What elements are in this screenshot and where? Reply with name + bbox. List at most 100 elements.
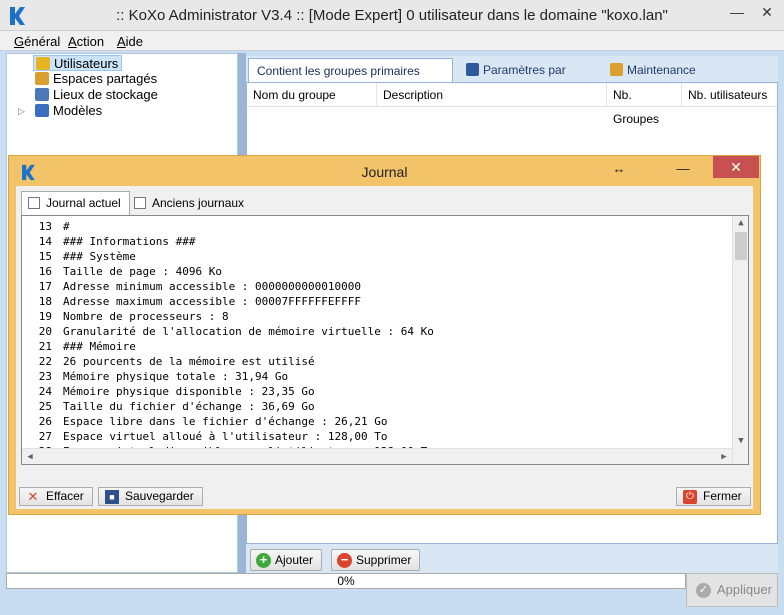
dialog-minimize-button[interactable]: —: [669, 158, 697, 180]
log-line-text: ### Mémoire: [63, 340, 136, 353]
apply-button-label: Appliquer: [717, 582, 772, 597]
log-line-text: #: [63, 220, 70, 233]
log-line-text: ### Informations ###: [63, 235, 196, 248]
plus-icon: +: [256, 553, 271, 568]
column-header-nb-utilisateurs[interactable]: Nb. utilisateurs: [682, 83, 777, 107]
log-line: 17 Adresse minimum accessible : 000000000…: [22, 279, 734, 294]
log-line-number: 15: [38, 250, 52, 263]
log-line-text: Mémoire physique disponible : 23,35 Go: [63, 385, 315, 398]
progress-bar: 0%: [6, 573, 686, 589]
power-icon: ⏻: [683, 490, 697, 504]
document-icon: [28, 197, 40, 209]
status-strip: [6, 590, 686, 608]
menu-bar: Général Action Aide: [0, 31, 784, 51]
tab-maintenance[interactable]: Maintenance: [602, 58, 702, 82]
storage-icon: [35, 88, 49, 101]
log-line: 21 ### Mémoire: [22, 339, 734, 354]
tab-label: Journal actuel: [46, 196, 121, 210]
settings-page-icon: [466, 63, 479, 76]
log-line-text: 26 pourcents de la mémoire est utilisé: [63, 355, 315, 368]
scroll-thumb[interactable]: [735, 232, 747, 260]
column-header-nom-du-groupe[interactable]: Nom du groupe: [247, 83, 377, 107]
resize-icon[interactable]: ↔: [605, 158, 633, 180]
scroll-up-icon[interactable]: ▲: [733, 216, 748, 230]
scroll-down-icon[interactable]: ▼: [733, 434, 748, 448]
log-line-text: ### Système: [63, 250, 136, 263]
log-line-number: 26: [38, 415, 52, 428]
log-line-text: Espace libre dans le fichier d'échange :…: [63, 415, 388, 428]
delete-button[interactable]: − Supprimer: [331, 549, 421, 571]
log-line-number: 13: [38, 220, 52, 233]
log-line-text: Adresse minimum accessible : 00000000000…: [63, 280, 362, 293]
log-line: 26 Espace libre dans le fichier d'échange…: [22, 414, 734, 429]
tree-item-label: Lieux de stockage: [53, 87, 158, 102]
tree-item-modeles[interactable]: Modèles: [33, 103, 102, 119]
x-icon: ✕: [27, 489, 39, 504]
scroll-left-icon[interactable]: ◀: [22, 449, 38, 464]
add-button-label: Ajouter: [275, 553, 314, 567]
clear-button[interactable]: ✕ Effacer: [19, 487, 93, 506]
log-line-text: Nombre de processeurs : 8: [63, 310, 229, 323]
log-line: 27 Espace virtuel alloué à l'utilisateur …: [22, 429, 734, 444]
log-line-number: 14: [38, 235, 52, 248]
apply-button[interactable]: ✓ Appliquer: [686, 573, 778, 607]
document-icon: [134, 197, 146, 209]
column-header-description[interactable]: Description: [377, 83, 607, 107]
scroll-right-icon[interactable]: ▶: [716, 449, 732, 464]
expand-arrow-icon[interactable]: ▷: [18, 106, 25, 117]
log-line: 16 Taille de page : 4096 Ko: [22, 264, 734, 279]
tree-item-espaces-partages[interactable]: Espaces partagés: [33, 71, 157, 87]
close-window-button[interactable]: ✕: [752, 0, 782, 24]
grid-header: Nom du groupe Description Nb. Groupes Nb…: [247, 83, 777, 126]
minus-icon: −: [337, 553, 352, 568]
log-line-number: 27: [38, 430, 52, 443]
menu-general[interactable]: Général: [14, 34, 60, 49]
vertical-scrollbar[interactable]: ▲ ▼: [732, 216, 748, 464]
log-text-area[interactable]: 13 #14 ### Informations ### 15 ### Système 16…: [21, 215, 749, 465]
check-icon: ✓: [696, 583, 711, 598]
log-line: 18 Adresse maximum accessible : 00007FFFF…: [22, 294, 734, 309]
tab-label: Maintenance: [627, 63, 696, 77]
tab-anciens-journaux[interactable]: Anciens journaux: [128, 192, 252, 214]
dialog-close-button[interactable]: ✕: [713, 156, 759, 178]
tab-journal-actuel[interactable]: Journal actuel: [21, 191, 130, 215]
users-icon: [36, 57, 50, 70]
main-titlebar: :: KoXo Administrator V3.4 :: [Mode Expe…: [0, 0, 784, 31]
menu-aide[interactable]: Aide: [117, 34, 143, 49]
dialog-body: Journal actuel Anciens journaux 13 #14 ###…: [16, 186, 753, 509]
details-tabs: Contient les groupes primaires suivants …: [246, 58, 778, 102]
close-button[interactable]: ⏻ Fermer: [676, 487, 751, 506]
log-line: 22 26 pourcents de la mémoire est utilisé: [22, 354, 734, 369]
log-line-number: 16: [38, 265, 52, 278]
log-line-text: Mémoire physique totale : 31,94 Go: [63, 370, 289, 383]
log-line: 14 ### Informations ###: [22, 234, 734, 249]
tab-groupes-primaires[interactable]: Contient les groupes primaires suivants: [248, 58, 453, 102]
horizontal-scrollbar[interactable]: ◀ ▶: [22, 448, 732, 464]
add-button[interactable]: + Ajouter: [250, 549, 323, 571]
column-header-nb-groupes[interactable]: Nb. Groupes: [607, 83, 682, 126]
tab-parametres-par-defaut[interactable]: Paramètres par défaut: [458, 58, 598, 101]
tree-item-lieux-de-stockage[interactable]: Lieux de stockage: [33, 87, 158, 103]
save-button[interactable]: ■ Sauvegarder: [98, 487, 203, 506]
log-line-number: 22: [38, 355, 52, 368]
log-line-number: 19: [38, 310, 52, 323]
log-line-number: 20: [38, 325, 52, 338]
tree-item-utilisateurs[interactable]: Utilisateurs: [33, 55, 123, 71]
templates-icon: [35, 104, 49, 117]
dialog-titlebar[interactable]: Journal ↔ — ✕: [9, 156, 760, 186]
menu-action[interactable]: Action: [68, 34, 104, 49]
log-line-number: 25: [38, 400, 52, 413]
log-line: 23 Mémoire physique totale : 31,94 Go: [22, 369, 734, 384]
log-line-number: 21: [38, 340, 52, 353]
log-line-text: Taille du fichier d'échange : 36,69 Go: [63, 400, 315, 413]
log-line: 19 Nombre de processeurs : 8: [22, 309, 734, 324]
close-button-label: Fermer: [703, 489, 742, 503]
save-button-label: Sauvegarder: [125, 489, 194, 503]
log-line-number: 17: [38, 280, 52, 293]
minimize-button[interactable]: —: [722, 0, 752, 24]
tree-item-label: Espaces partagés: [53, 71, 158, 86]
log-line: 13 #: [22, 219, 734, 234]
log-line-number: 23: [38, 370, 52, 383]
log-line: 25 Taille du fichier d'échange : 36,69 Go: [22, 399, 734, 414]
log-line-text: Granularité de l'allocation de mémoire v…: [63, 325, 434, 338]
